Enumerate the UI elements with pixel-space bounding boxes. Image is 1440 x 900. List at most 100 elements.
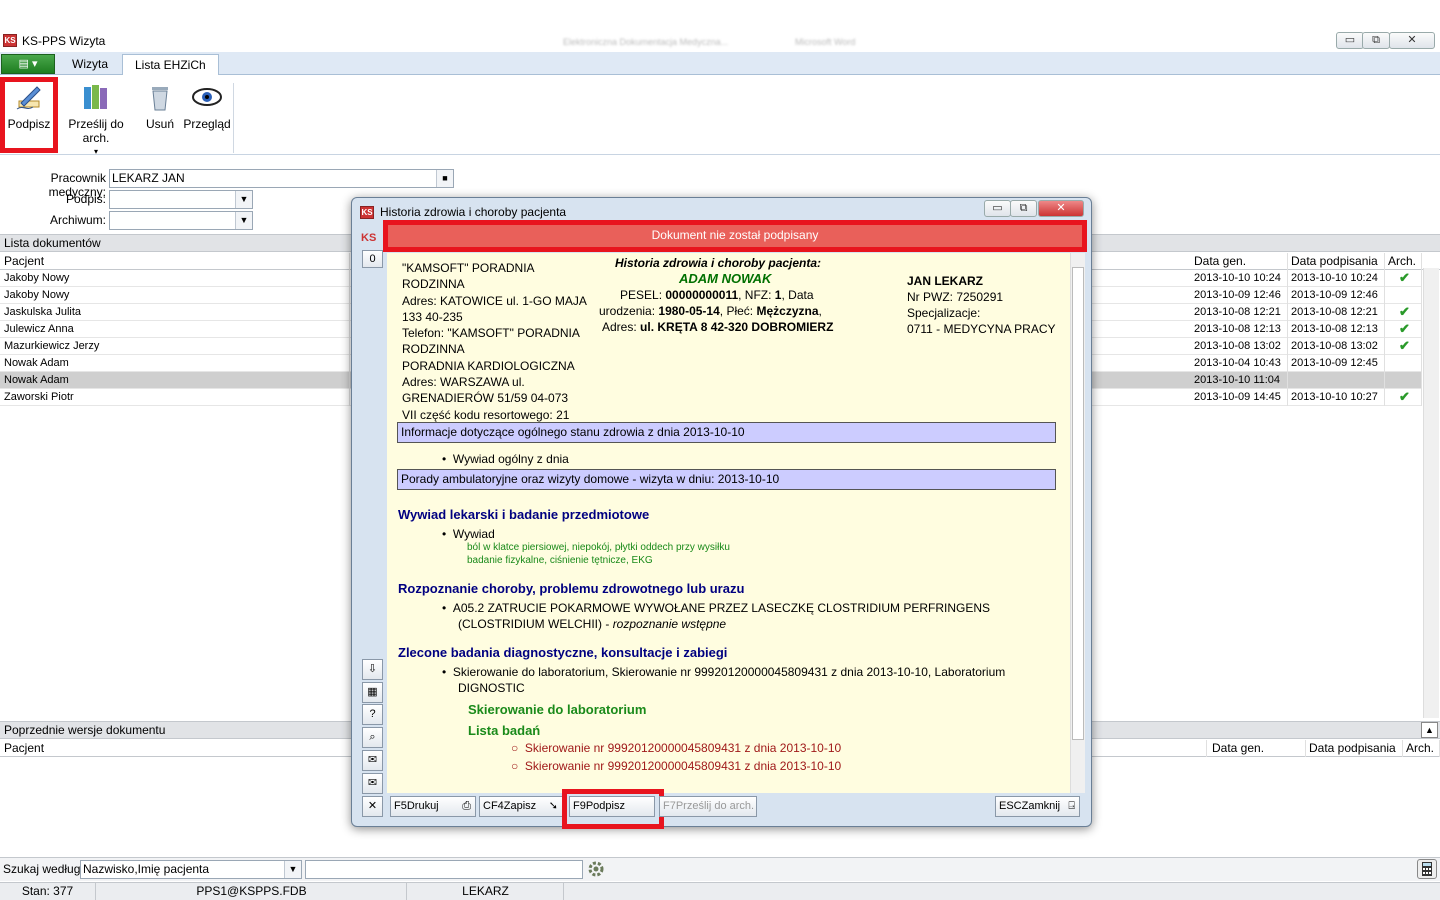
cell-patient: Zaworski Piotr (2, 389, 350, 406)
chevron-down-icon[interactable]: ▼ (284, 861, 301, 878)
patient-pesel-line: PESEL: 00000000011, NFZ: 1, Data (620, 288, 814, 302)
sign-filter-select[interactable]: ▼ (109, 190, 253, 209)
eye-icon (191, 81, 223, 113)
cell-patient: Jakoby Nowy (2, 270, 350, 287)
status-bar: Stan: 377 PPS1@KSPPS.FDB LEKARZ (0, 882, 1440, 900)
health-info-box: Informacje dotyczące ogólnego stanu zdro… (397, 422, 1056, 443)
prev-col-gen-date[interactable]: Data gen. (1210, 740, 1306, 757)
col-signed-date[interactable]: Data podpisania (1289, 253, 1385, 270)
preview-scrollbar[interactable] (1070, 253, 1085, 793)
test-item: ○ Skierowanie nr 99920120000045809431 z … (511, 759, 842, 773)
col-archive[interactable]: Arch. (1386, 253, 1422, 270)
documents-scrollbar[interactable] (1423, 268, 1439, 718)
diagnosis-type: rozpoznanie wstępne (612, 617, 727, 631)
stop-icon[interactable]: ■ (436, 170, 453, 187)
cell-patient: Mazurkiewicz Jerzy (2, 338, 350, 355)
close-button[interactable]: ✕ (1389, 32, 1435, 49)
ribbon-separator (233, 83, 234, 153)
diagnosis-line-2: (CLOSTRIDIUM WELCHII) - rozpoznanie wstę… (458, 617, 726, 631)
ribbon-tabs: ▤ ▾ Wizyta Lista EHZiCh (0, 52, 1440, 75)
tab-lista-ehzich[interactable]: Lista EHZiCh (122, 54, 219, 75)
archive-filter-select[interactable]: ▼ (109, 211, 253, 230)
sign-ribbon-button[interactable]: Podpisz (6, 81, 52, 131)
search-input[interactable] (305, 860, 583, 879)
test-item: ○ Skierowanie nr 99920120000045809431 z … (511, 741, 842, 755)
interview-detail-1: ból w klatce piersiowej, niepokój, płytk… (467, 542, 730, 553)
save-button[interactable]: CF4Zapisz ➘ (479, 796, 563, 817)
pen-sign-icon (13, 81, 45, 113)
clinic-line: 133 40-235 (402, 309, 463, 324)
preview-ribbon-button[interactable]: Przegląd (183, 81, 231, 131)
cell-arch: ✔ (1386, 304, 1422, 321)
sign-button[interactable]: F9Podpisz (569, 796, 655, 817)
prev-col-archive[interactable]: Arch. (1404, 740, 1440, 757)
calculator-icon[interactable] (1417, 859, 1437, 879)
send-archive-ribbon-button[interactable]: Prześlij do arch. ▾ (58, 81, 134, 156)
col-gen-date[interactable]: Data gen. (1192, 253, 1288, 270)
save-arrow-icon: ➘ (548, 800, 558, 812)
email-to-icon[interactable]: ✉ (362, 750, 383, 771)
window-title: KS-PPS Wizyta (22, 34, 106, 48)
clinic-line: GRENADIERÓW 51/59 04-073 (402, 391, 569, 406)
tab-wizyta[interactable]: Wizyta (60, 54, 120, 75)
prev-col-signed-date[interactable]: Data podpisania (1307, 740, 1403, 757)
clinic-line: VII część kodu resortowego: 21 (402, 407, 570, 422)
bullet-referral: • Skierowanie do laboratorium, Skierowan… (442, 665, 1006, 679)
export-icon[interactable]: ⇩ (362, 659, 383, 680)
cell-signed: 2013-10-10 10:24 (1289, 270, 1385, 287)
dialog-minimize-button[interactable]: ▭ (984, 200, 1011, 217)
search-icon[interactable]: ⌕ (362, 727, 383, 748)
test-text: Skierowanie nr 99920120000045809431 z dn… (524, 759, 842, 773)
date-label: , Data (781, 288, 814, 302)
cell-arch: ✔ (1386, 321, 1422, 338)
close-label: Zamknij (1021, 800, 1061, 812)
cell-gen: 2013-10-04 10:43 (1192, 355, 1288, 372)
email-icon[interactable]: ✉ (362, 773, 383, 794)
test-list-heading: Lista badań (468, 723, 541, 738)
cell-patient: Nowak Adam (2, 355, 350, 372)
bullet-interview: • Wywiad (442, 527, 495, 541)
preview-scroll-thumb[interactable] (1072, 267, 1084, 740)
delete-ribbon-button[interactable]: Usuń (143, 81, 177, 131)
send-archive-button[interactable]: F7Prześlij do arch. (659, 796, 757, 817)
help-icon[interactable]: ? (362, 704, 383, 725)
save-label: Zapisz (503, 800, 537, 812)
visit-info-box: Porady ambulatoryjne oraz wizyty domowe … (397, 469, 1056, 490)
chevron-down-icon[interactable]: ▼ (235, 191, 252, 208)
dialog-logo-icon: KS (360, 206, 374, 219)
cell-signed: 2013-10-08 13:02 (1289, 338, 1385, 355)
cell-arch (1386, 372, 1422, 389)
calculator-side-icon[interactable]: ▦ (362, 682, 383, 703)
print-button[interactable]: F5Drukuj ⎙ (390, 796, 476, 817)
cell-gen: 2013-10-09 14:45 (1192, 389, 1288, 406)
cell-gen: 2013-10-09 12:46 (1192, 287, 1288, 304)
cell-signed: 2013-10-08 12:13 (1289, 321, 1385, 338)
cell-gen: 2013-10-08 13:02 (1192, 338, 1288, 355)
interview-detail-2: badanie fizykalne, ciśnienie tętnicze, E… (467, 555, 653, 566)
search-mode-select[interactable]: Nazwisko,Imię pacjenta ▼ (80, 860, 302, 879)
more-chevron-down-icon: ▾ (93, 147, 98, 156)
collapse-icon[interactable]: ▲ (1421, 722, 1438, 738)
dialog-close-button[interactable]: ✕ (1038, 200, 1084, 217)
patient-name: ADAM NOWAK (679, 271, 772, 286)
window-titlebar: KS KS-PPS Wizyta Elektroniczna Dokumenta… (0, 30, 1440, 52)
close-dialog-button[interactable]: ESCZamknij ⍈ (995, 796, 1080, 817)
dialog-title: Historia zdrowia i choroby pacjenta (380, 205, 567, 219)
search-label: Szukaj według: (3, 862, 84, 876)
worker-field[interactable]: LEKARZ JAN ■ (109, 169, 454, 188)
section-interview-heading: Wywiad lekarski i badanie przedmiotowe (398, 507, 650, 522)
col-patient[interactable]: Pacjent (2, 253, 350, 270)
clinic-line: PORADNIA KARDIOLOGICZNA (402, 358, 575, 373)
history-dialog: KS Historia zdrowia i choroby pacjenta ▭… (351, 197, 1092, 829)
dialog-close-icon[interactable]: ✕ (362, 796, 383, 817)
gear-search-icon[interactable] (587, 860, 605, 878)
minimize-button[interactable]: ▭ (1336, 32, 1364, 49)
app-menu-button[interactable]: ▤ ▾ (1, 54, 55, 74)
cell-patient: Jakoby Nowy (2, 287, 350, 304)
diagnosis-text: A05.2 ZATRUCIE POKARMOWE WYWOŁANE PRZEZ … (452, 601, 991, 615)
dialog-restore-button[interactable]: ⧉ (1010, 200, 1037, 217)
chevron-down-icon[interactable]: ▼ (235, 212, 252, 229)
restore-button[interactable]: ⧉ (1362, 32, 1390, 49)
ribbon: Podpisz Prześlij do arch. ▾ Usuń Przeglą… (0, 75, 1440, 156)
print-key: F5 (394, 800, 407, 812)
